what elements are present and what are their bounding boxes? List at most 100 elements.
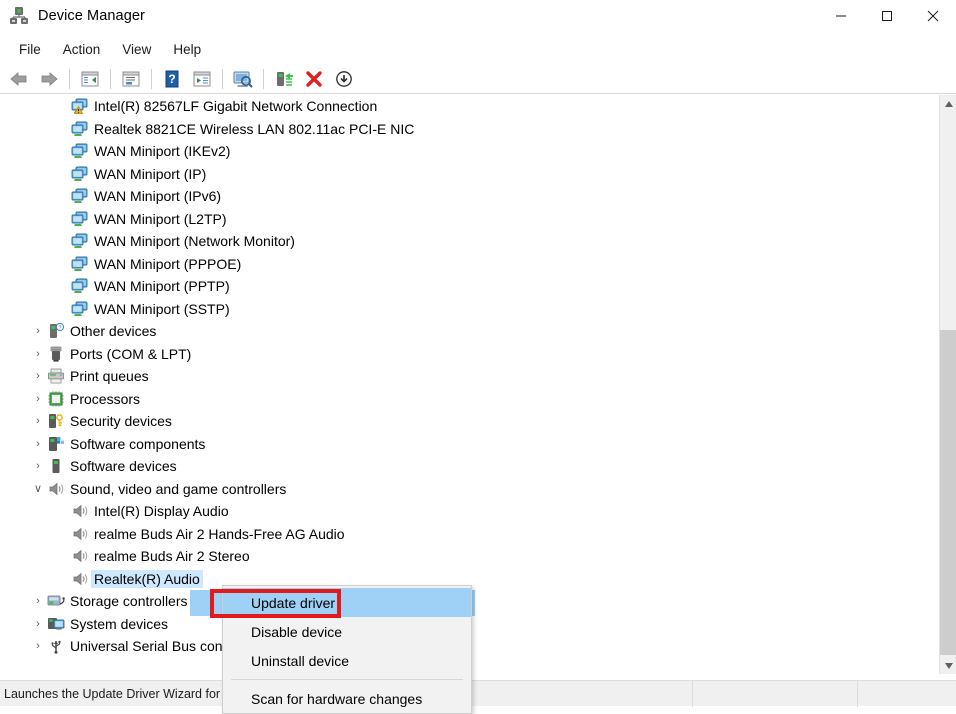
ports-icon bbox=[46, 345, 66, 363]
tree-row-label: Intel(R) Display Audio bbox=[94, 503, 229, 519]
speaker-icon bbox=[70, 547, 90, 565]
scan-hardware-changes-icon[interactable] bbox=[229, 66, 257, 92]
tree-device-row[interactable]: WAN Miniport (PPTP) bbox=[0, 275, 939, 298]
tree-row-label: WAN Miniport (SSTP) bbox=[94, 301, 230, 317]
tree-row-label: WAN Miniport (Network Monitor) bbox=[94, 233, 295, 249]
tree-device-row[interactable]: Realtek 8821CE Wireless LAN 802.11ac PCI… bbox=[0, 118, 939, 141]
chevron-right-icon[interactable]: › bbox=[30, 640, 46, 652]
network-adapter-icon bbox=[70, 255, 90, 273]
menu-help[interactable]: Help bbox=[162, 39, 212, 60]
network-adapter-icon bbox=[70, 142, 90, 160]
toolbar-separator bbox=[263, 69, 264, 89]
back-icon[interactable] bbox=[5, 66, 33, 92]
context-menu-separator bbox=[231, 679, 463, 680]
scroll-down-icon[interactable] bbox=[940, 657, 956, 674]
context-menu-item[interactable]: Scan for hardware changes bbox=[223, 684, 471, 713]
scrollbar-thumb[interactable] bbox=[940, 330, 956, 655]
tree-row-label: Software components bbox=[70, 436, 205, 452]
tree-row-label: realme Buds Air 2 Hands-Free AG Audio bbox=[94, 526, 345, 542]
network-adapter-icon bbox=[70, 210, 90, 228]
tree-device-row[interactable]: WAN Miniport (IPv6) bbox=[0, 185, 939, 208]
scroll-up-icon[interactable] bbox=[940, 95, 956, 112]
tree-row-label: Realtek 8821CE Wireless LAN 802.11ac PCI… bbox=[94, 121, 414, 137]
chevron-right-icon[interactable]: › bbox=[30, 325, 46, 337]
tree-row-label: WAN Miniport (IPv6) bbox=[94, 188, 221, 204]
network-adapter-icon bbox=[70, 300, 90, 318]
tree-device-row[interactable]: WAN Miniport (PPPOE) bbox=[0, 253, 939, 276]
tree-category-row[interactable]: › Software devices bbox=[0, 455, 939, 478]
network-adapter-icon bbox=[70, 120, 90, 138]
menu-view[interactable]: View bbox=[111, 39, 162, 60]
printer-icon bbox=[46, 367, 66, 385]
tree-device-row[interactable]: realme Buds Air 2 Stereo bbox=[0, 545, 939, 568]
menu-file[interactable]: File bbox=[8, 39, 52, 60]
status-cell-2 bbox=[693, 681, 858, 707]
action-menu-icon[interactable] bbox=[188, 66, 216, 92]
disable-device-icon[interactable] bbox=[330, 66, 358, 92]
tree-row-label: WAN Miniport (PPPOE) bbox=[94, 256, 241, 272]
tree-device-row[interactable]: realme Buds Air 2 Hands-Free AG Audio bbox=[0, 523, 939, 546]
chevron-right-icon[interactable]: › bbox=[30, 438, 46, 450]
tree-category-row[interactable]: › Print queues bbox=[0, 365, 939, 388]
tree-device-row[interactable]: Intel(R) 82567LF Gigabit Network Connect… bbox=[0, 95, 939, 118]
tree-category-row[interactable]: › Software components bbox=[0, 433, 939, 456]
speaker-icon bbox=[70, 525, 90, 543]
tree-category-row[interactable]: ›Security devices bbox=[0, 410, 939, 433]
chevron-down-icon[interactable]: ∨ bbox=[30, 482, 46, 495]
tree-row-label: WAN Miniport (IKEv2) bbox=[94, 143, 230, 159]
tree-row-label: Print queues bbox=[70, 368, 149, 384]
tree-device-row[interactable]: Intel(R) Display Audio bbox=[0, 500, 939, 523]
close-button[interactable] bbox=[910, 0, 956, 32]
network-adapter-icon bbox=[70, 232, 90, 250]
forward-icon[interactable] bbox=[35, 66, 63, 92]
tree-row-label: Intel(R) 82567LF Gigabit Network Connect… bbox=[94, 98, 377, 114]
device-context-menu[interactable]: Update driverDisable deviceUninstall dev… bbox=[222, 585, 472, 714]
speaker-icon bbox=[70, 502, 90, 520]
maximize-button[interactable] bbox=[864, 0, 910, 32]
tree-category-row[interactable]: ›?Other devices bbox=[0, 320, 939, 343]
tree-category-row[interactable]: ∨Sound, video and game controllers bbox=[0, 478, 939, 501]
chevron-right-icon[interactable]: › bbox=[30, 370, 46, 382]
software-device-icon bbox=[46, 457, 66, 475]
toolbar-separator bbox=[69, 69, 70, 89]
tree-device-row[interactable]: WAN Miniport (L2TP) bbox=[0, 208, 939, 231]
chevron-right-icon[interactable]: › bbox=[30, 618, 46, 630]
svg-text:?: ? bbox=[59, 326, 62, 332]
context-menu-item[interactable]: Update driver bbox=[223, 588, 471, 617]
processor-icon bbox=[46, 390, 66, 408]
menu-action[interactable]: Action bbox=[52, 39, 112, 60]
tree-row-label: WAN Miniport (L2TP) bbox=[94, 211, 227, 227]
tree-device-row[interactable]: WAN Miniport (IP) bbox=[0, 163, 939, 186]
network-adapter-icon bbox=[70, 277, 90, 295]
menu-bar: File Action View Help bbox=[0, 36, 956, 62]
window-title: Device Manager bbox=[38, 8, 145, 24]
context-menu-item[interactable]: Disable device bbox=[223, 617, 471, 646]
network-adapter-icon bbox=[70, 165, 90, 183]
chevron-right-icon[interactable]: › bbox=[30, 415, 46, 427]
tree-category-row[interactable]: ›Ports (COM & LPT) bbox=[0, 343, 939, 366]
toolbar: ? bbox=[0, 64, 956, 94]
tree-row-label: Software devices bbox=[70, 458, 177, 474]
toolbar-separator bbox=[222, 69, 223, 89]
tree-row-label: Realtek(R) Audio bbox=[91, 570, 203, 588]
vertical-scrollbar[interactable] bbox=[939, 95, 956, 674]
toolbar-separator bbox=[151, 69, 152, 89]
tree-row-label: realme Buds Air 2 Stereo bbox=[94, 548, 250, 564]
help-icon[interactable]: ? bbox=[158, 66, 186, 92]
tree-device-row[interactable]: WAN Miniport (Network Monitor) bbox=[0, 230, 939, 253]
tree-category-row[interactable]: ›Processors bbox=[0, 388, 939, 411]
chevron-right-icon[interactable]: › bbox=[30, 595, 46, 607]
minimize-button[interactable] bbox=[818, 0, 864, 32]
show-hide-console-tree-icon[interactable] bbox=[76, 66, 104, 92]
chevron-right-icon[interactable]: › bbox=[30, 393, 46, 405]
speaker-icon bbox=[70, 570, 90, 588]
tree-device-row[interactable]: WAN Miniport (SSTP) bbox=[0, 298, 939, 321]
context-menu-item[interactable]: Uninstall device bbox=[223, 646, 471, 675]
uninstall-device-icon[interactable] bbox=[300, 66, 328, 92]
speaker-icon bbox=[46, 480, 66, 498]
update-driver-icon[interactable] bbox=[270, 66, 298, 92]
tree-device-row[interactable]: WAN Miniport (IKEv2) bbox=[0, 140, 939, 163]
chevron-right-icon[interactable]: › bbox=[30, 348, 46, 360]
properties-icon[interactable] bbox=[117, 66, 145, 92]
chevron-right-icon[interactable]: › bbox=[30, 460, 46, 472]
